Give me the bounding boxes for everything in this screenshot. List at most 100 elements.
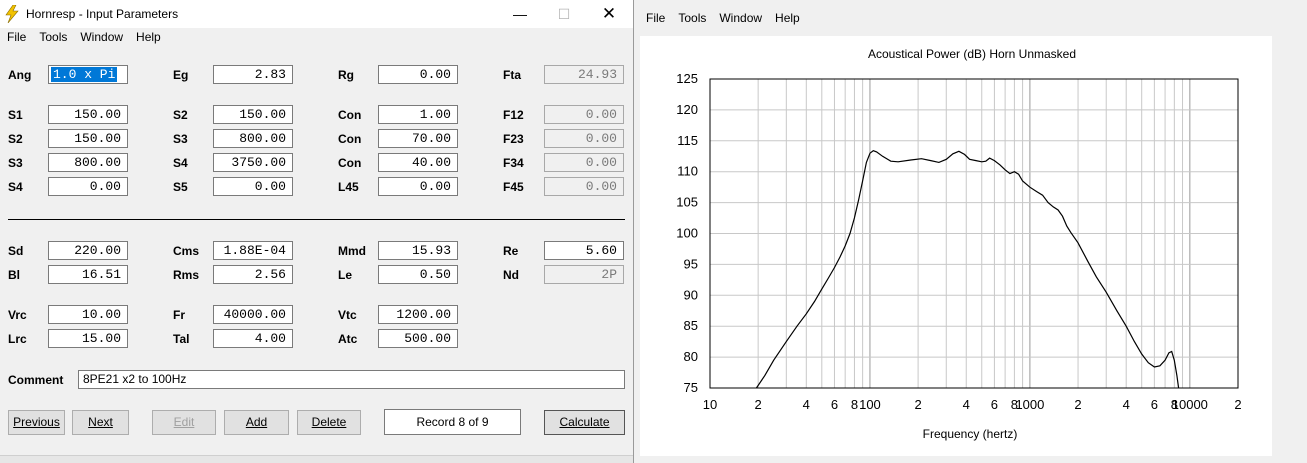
title-bar[interactable]: Hornresp - Input Parameters — ☐ ✕ [0, 0, 633, 28]
label-f23: F23 [503, 132, 524, 146]
con2-field[interactable]: 70.00 [378, 129, 458, 148]
s3-field[interactable]: 800.00 [213, 129, 293, 148]
lightning-bolt-icon [5, 5, 19, 23]
x-tick-label: 1000 [1015, 397, 1044, 412]
menu-window[interactable]: Window [719, 11, 762, 25]
window-title: Hornresp - Input Parameters [26, 7, 179, 21]
label-f12: F12 [503, 108, 524, 122]
le-field[interactable]: 0.50 [378, 265, 458, 284]
acoustical-power-curve [755, 150, 1180, 389]
label-con: Con [338, 132, 362, 146]
label-comment: Comment [8, 373, 64, 387]
ang-field[interactable]: 1.0 x Pi [48, 65, 128, 84]
s4b-field[interactable]: 0.00 [48, 177, 128, 196]
label-eg: Eg [173, 68, 189, 82]
add-button[interactable]: Add [224, 410, 289, 435]
y-tick-label: 90 [684, 287, 698, 302]
x-tick-label: 6 [991, 397, 998, 412]
menu-file[interactable]: File [7, 30, 26, 44]
y-tick-label: 110 [677, 164, 698, 179]
minimize-button[interactable]: — [508, 4, 532, 24]
x-axis-label: Frequency (hertz) [923, 427, 1018, 441]
label-bl: Bl [8, 268, 20, 282]
con3-field[interactable]: 40.00 [378, 153, 458, 172]
chart-menu-bar: File Tools Window Help [646, 11, 813, 25]
label-s4: S4 [8, 180, 23, 194]
label-con: Con [338, 108, 362, 122]
menu-tools[interactable]: Tools [39, 30, 67, 44]
atc-field[interactable]: 500.00 [378, 329, 458, 348]
con1-field[interactable]: 1.00 [378, 105, 458, 124]
label-s5: S5 [173, 180, 188, 194]
x-tick-label: 4 [803, 397, 810, 412]
label-con: Con [338, 156, 362, 170]
x-tick-label: 2 [755, 397, 762, 412]
s5-field[interactable]: 0.00 [213, 177, 293, 196]
x-tick-label: 6 [831, 397, 838, 412]
s2-field[interactable]: 150.00 [213, 105, 293, 124]
tal-field[interactable]: 4.00 [213, 329, 293, 348]
record-indicator: Record 8 of 9 [384, 409, 521, 435]
label-cms: Cms [173, 244, 200, 258]
delete-button[interactable]: Delete [297, 410, 361, 435]
maximize-button[interactable]: ☐ [552, 4, 576, 24]
edit-button[interactable]: Edit [152, 410, 216, 435]
input-parameters-window: Hornresp - Input Parameters — ☐ ✕ File T… [0, 0, 634, 463]
y-tick-label: 100 [676, 226, 698, 241]
x-tick-label: 2 [914, 397, 921, 412]
label-fr: Fr [173, 308, 185, 322]
eg-field[interactable]: 2.83 [213, 65, 293, 84]
x-tick-label: 2 [1074, 397, 1081, 412]
x-tick-label: 6 [1151, 397, 1158, 412]
rms-field[interactable]: 2.56 [213, 265, 293, 284]
s3b-field[interactable]: 800.00 [48, 153, 128, 172]
ang-value: 1.0 x Pi [51, 67, 118, 82]
f34-field: 0.00 [544, 153, 624, 172]
label-vtc: Vtc [338, 308, 357, 322]
rg-field[interactable]: 0.00 [378, 65, 458, 84]
close-button[interactable]: ✕ [597, 4, 621, 24]
y-tick-label: 95 [684, 256, 698, 271]
lrc-field[interactable]: 15.00 [48, 329, 128, 348]
y-tick-label: 80 [684, 349, 698, 364]
horizontal-scrollbar[interactable] [0, 455, 633, 463]
s4-field[interactable]: 3750.00 [213, 153, 293, 172]
menu-window[interactable]: Window [80, 30, 123, 44]
chart-window: File Tools Window Help 75 80 85 90 95 100 105 1… [636, 0, 1307, 463]
sd-field[interactable]: 220.00 [48, 241, 128, 260]
label-s1: S1 [8, 108, 23, 122]
y-tick-label: 85 [684, 318, 698, 333]
chart-title: Acoustical Power (dB) Horn Unmasked [868, 47, 1076, 61]
bl-field[interactable]: 16.51 [48, 265, 128, 284]
menu-help[interactable]: Help [136, 30, 161, 44]
vrc-field[interactable]: 10.00 [48, 305, 128, 324]
menu-tools[interactable]: Tools [678, 11, 706, 25]
label-l45: L45 [338, 180, 359, 194]
label-nd: Nd [503, 268, 519, 282]
label-s3: S3 [173, 132, 188, 146]
next-button[interactable]: Next [72, 410, 129, 435]
window-bottom-edge [636, 457, 1307, 463]
previous-button[interactable]: Previous [8, 410, 65, 435]
s2b-field[interactable]: 150.00 [48, 129, 128, 148]
vtc-field[interactable]: 1200.00 [378, 305, 458, 324]
label-vrc: Vrc [8, 308, 27, 322]
nd-field: 2P [544, 265, 624, 284]
menu-file[interactable]: File [646, 11, 665, 25]
y-tick-label: 105 [676, 195, 698, 210]
label-ang: Ang [8, 68, 32, 82]
label-rg: Rg [338, 68, 354, 82]
l45-field[interactable]: 0.00 [378, 177, 458, 196]
x-tick-label: 10000 [1172, 397, 1208, 412]
cms-field[interactable]: 1.88E-04 [213, 241, 293, 260]
fr-field[interactable]: 40000.00 [213, 305, 293, 324]
s1-field[interactable]: 150.00 [48, 105, 128, 124]
x-tick-label: 8 [851, 397, 858, 412]
re-field[interactable]: 5.60 [544, 241, 624, 260]
label-lrc: Lrc [8, 332, 27, 346]
menu-help[interactable]: Help [775, 11, 800, 25]
comment-field[interactable]: 8PE21 x2 to 100Hz [78, 370, 625, 389]
mmd-field[interactable]: 15.93 [378, 241, 458, 260]
calculate-button[interactable]: Calculate [544, 410, 625, 435]
label-s3: S3 [8, 156, 23, 170]
